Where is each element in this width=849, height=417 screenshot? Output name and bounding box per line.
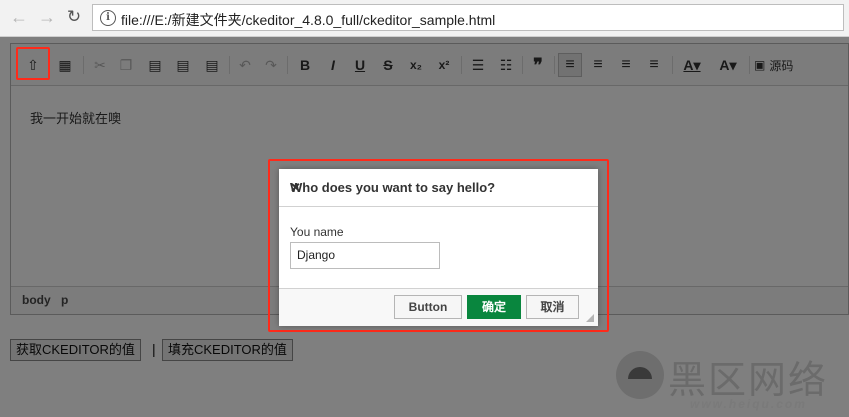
watermark-text: 黑区网络 [668, 358, 829, 402]
say-hello-dialog: Who does you want to say hello? ✕ You na… [279, 169, 598, 326]
browser-toolbar: ← → ↻ i file:///E:/新建文件夹/ckeditor_4.8.0_… [0, 0, 849, 37]
highlight-box-toolbar-button [16, 47, 50, 80]
resize-handle-icon[interactable] [586, 314, 594, 322]
cancel-button[interactable]: 取消 [526, 295, 579, 319]
dialog-title-bar[interactable]: Who does you want to say hello? ✕ [279, 169, 598, 207]
watermark-url: www.heiqu.com [690, 397, 807, 411]
custom-button[interactable]: Button [394, 295, 462, 319]
watermark-logo-icon [616, 351, 664, 399]
back-icon[interactable]: ← [8, 6, 30, 28]
ok-button[interactable]: 确定 [467, 295, 521, 319]
url-text[interactable]: file:///E:/新建文件夹/ckeditor_4.8.0_full/cke… [121, 10, 495, 30]
close-icon[interactable]: ✕ [290, 180, 586, 196]
reload-icon[interactable]: ↻ [63, 6, 85, 28]
info-icon[interactable]: i [100, 10, 116, 26]
address-bar[interactable]: i file:///E:/新建文件夹/ckeditor_4.8.0_full/c… [92, 4, 844, 31]
name-input[interactable]: Django [290, 242, 440, 269]
dialog-footer: Button 确定 取消 [279, 288, 598, 326]
forward-icon[interactable]: → [36, 6, 58, 28]
name-field-label: You name [290, 225, 344, 239]
